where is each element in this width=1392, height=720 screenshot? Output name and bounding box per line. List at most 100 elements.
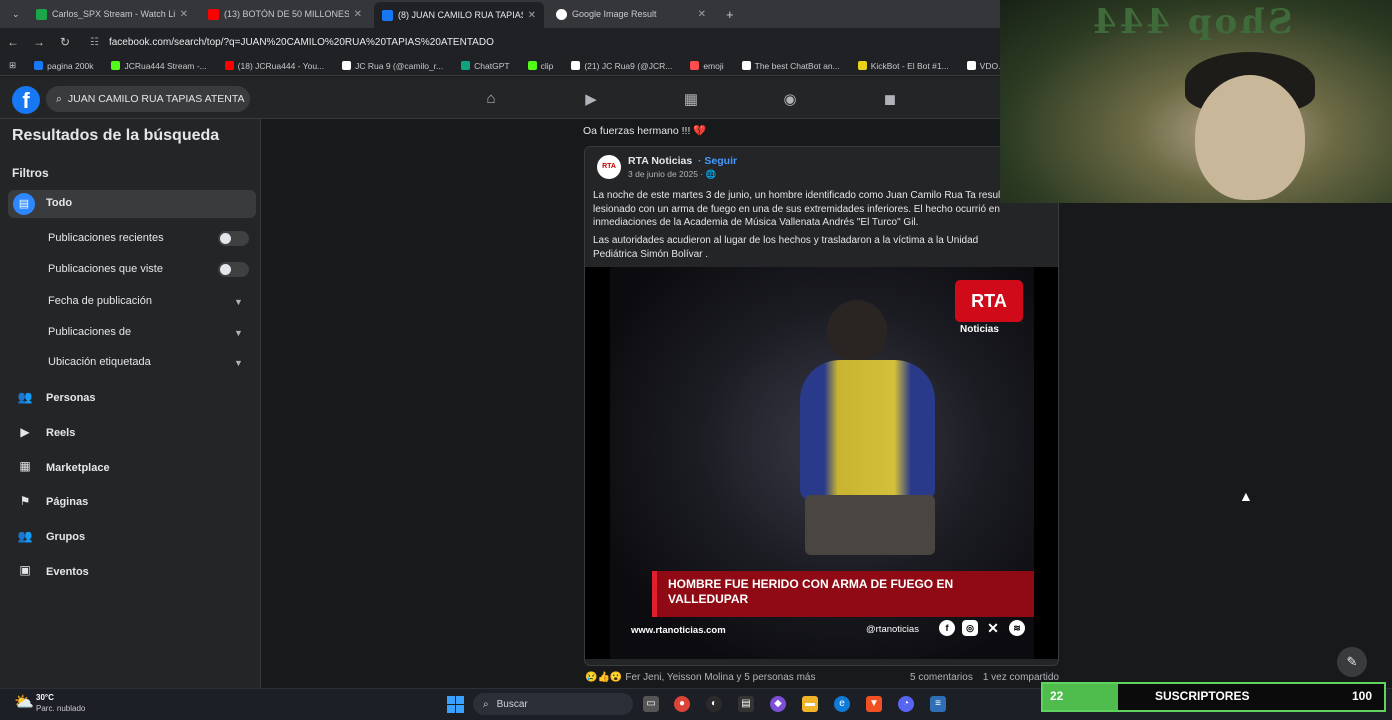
edge-icon[interactable]: e [834,696,850,712]
weather-temperature[interactable]: 30°C [36,693,54,702]
bookmark[interactable]: clip [519,61,563,71]
close-icon[interactable]: ✕ [528,10,536,21]
chevron-down-icon[interactable]: ▼ [234,328,243,338]
gaming-icon[interactable]: ◼ [880,90,900,108]
post-reactions-bar: 😢👍😮 Fer Jeni, Yeisson Molina y 5 persona… [585,672,1059,683]
chevron-down-icon[interactable]: ▼ [234,358,243,368]
home-icon[interactable]: ⌂ [481,90,501,108]
bookmark[interactable]: emoji [681,61,732,71]
chevron-down-icon[interactable]: ▼ [234,297,243,307]
search-icon: ⌕ [56,92,62,105]
tab-list-button[interactable]: ⌄ [4,4,24,24]
url-field[interactable]: ☷ facebook.com/search/top/?q=JUAN%20CAMI… [90,37,494,48]
bookmark[interactable]: The best ChatBot an... [733,61,849,71]
obs-icon[interactable]: ◐ [706,696,722,712]
post-body-paragraph: Las autoridades acudieron al lugar de lo… [593,235,979,260]
subscriber-count: 22 [1050,689,1064,703]
browser-tab-bar: ⌄ Carlos_SPX Stream - Watch Live ✕ (13) … [0,0,1000,28]
sidebar-item-grupos[interactable]: Grupos [46,531,85,543]
video-icon[interactable]: ▶ [581,90,601,108]
video-person [800,360,935,500]
folder-icon[interactable]: ▬ [802,696,818,712]
start-button[interactable] [447,696,464,713]
filter-location-dropdown[interactable]: Ubicación etiquetada [48,356,151,368]
forward-icon[interactable]: → [26,35,52,49]
x-icon: ✕ [987,620,999,636]
new-message-button[interactable]: ✎ [1337,647,1367,677]
spotify-icon: ≋ [1009,620,1025,636]
post-date[interactable]: 3 de junio de 2025 · 🌐 [628,169,716,180]
reload-icon[interactable]: ↻ [52,35,78,49]
streamer-face [1195,75,1305,200]
marketplace-icon: ▦ [19,459,31,473]
close-icon[interactable]: ✕ [354,9,362,20]
task-view-icon[interactable]: ▭ [643,696,659,712]
apps-icon[interactable]: ⊞ [0,60,25,71]
facebook-logo[interactable]: f [12,86,40,114]
rta-logo: RTA [955,280,1023,322]
bookmark[interactable]: (18) JCRua444 - You... [216,61,333,71]
follow-button[interactable]: · Seguir [698,155,737,167]
video-website: www.rtanoticias.com [631,625,726,636]
video-person [827,300,887,362]
tab-youtube[interactable]: (13) BOTÓN DE 50 MILLONES ✕ [200,4,370,24]
flag-icon: ⚑ [19,494,31,508]
bookmark[interactable]: ChatGPT [452,61,518,71]
google-icon [556,8,567,20]
video-person [805,495,935,555]
filter-date-dropdown[interactable]: Fecha de publicación [48,295,152,307]
filter-posts-from-dropdown[interactable]: Publicaciones de [48,326,131,338]
brave-icon[interactable]: ▼ [866,696,882,712]
post-author[interactable]: RTA Noticias [628,155,692,167]
bookmark[interactable]: KickBot - El Bot #1... [849,61,958,71]
bookmarks-bar: ⊞ pagina 200k JCRua444 Stream -... (18) … [0,56,1020,76]
sidebar-item-reels[interactable]: Reels [46,427,75,439]
groups-icon[interactable]: ◉ [780,90,800,108]
discord-icon[interactable]: ◔ [898,696,914,712]
video-headline: HOMBRE FUE HERIDO CON ARMA DE FUEGO EN V… [668,577,954,606]
tab-carlos-stream[interactable]: Carlos_SPX Stream - Watch Live ✕ [28,4,196,24]
reactors-text[interactable]: Fer Jeni, Yeisson Molina y 5 personas má… [625,672,815,683]
bookmark[interactable]: (21) JC Rua9 (@JCR... [562,61,681,71]
facebook-icon: f [939,620,955,636]
search-input[interactable]: ⌕ JUAN CAMILO RUA TAPIAS ATENTA [46,86,250,112]
subscriber-goal: 100 [1352,689,1373,703]
bookmark[interactable]: JCRua444 Stream -... [102,61,215,71]
kick-icon [36,8,47,20]
right-rail [1066,203,1392,680]
comments-count[interactable]: 5 comentarios [910,672,973,683]
sidebar-item-personas[interactable]: Personas [46,392,96,404]
subscriber-label: SUSCRIPTORES [1155,689,1250,703]
bookmark[interactable]: pagina 200k [25,61,102,71]
new-tab-button[interactable]: + [718,4,740,24]
notepad-icon[interactable]: ≡ [930,696,946,712]
tab-google-image[interactable]: Google Image Result ✕ [548,4,714,24]
recent-posts-toggle[interactable] [218,231,249,246]
filter-seen-posts-label: Publicaciones que viste [48,263,163,275]
calendar-icon: ▣ [19,563,31,577]
reaction-icons[interactable]: 😢👍😮 [585,672,622,683]
sidebar-item-paginas[interactable]: Páginas [46,496,88,508]
app-icon[interactable]: ▤ [738,696,754,712]
filter-all-label: Todo [46,197,73,209]
weather-icon[interactable]: ⛅ [14,692,34,712]
taskbar-search[interactable]: ⌕ Buscar [473,693,633,715]
instagram-icon: ◎ [962,620,978,636]
marketplace-icon[interactable]: ▦ [681,90,701,108]
all-results-icon: ▤ [13,193,35,215]
sidebar-title: Resultados de la búsqueda [12,127,220,144]
weather-description[interactable]: Parc. nublado [36,704,85,713]
seen-posts-toggle[interactable] [218,262,249,277]
sidebar-item-eventos[interactable]: Eventos [46,566,89,578]
page-avatar[interactable]: RTA [597,155,621,179]
back-icon[interactable]: ← [0,35,26,49]
bookmark[interactable]: JC Rua 9 (@camilo_r... [333,61,452,71]
copilot-icon[interactable]: ◆ [770,696,786,712]
site-info-icon[interactable]: ☷ [90,37,99,48]
chrome-icon[interactable]: ● [674,696,690,712]
sidebar-item-marketplace[interactable]: Marketplace [46,462,110,474]
close-icon[interactable]: ✕ [698,9,706,20]
close-icon[interactable]: ✕ [180,9,188,20]
people-icon: 👥 [17,390,33,404]
tab-facebook-active[interactable]: (8) JUAN CAMILO RUA TAPIAS ✕ [374,2,544,28]
